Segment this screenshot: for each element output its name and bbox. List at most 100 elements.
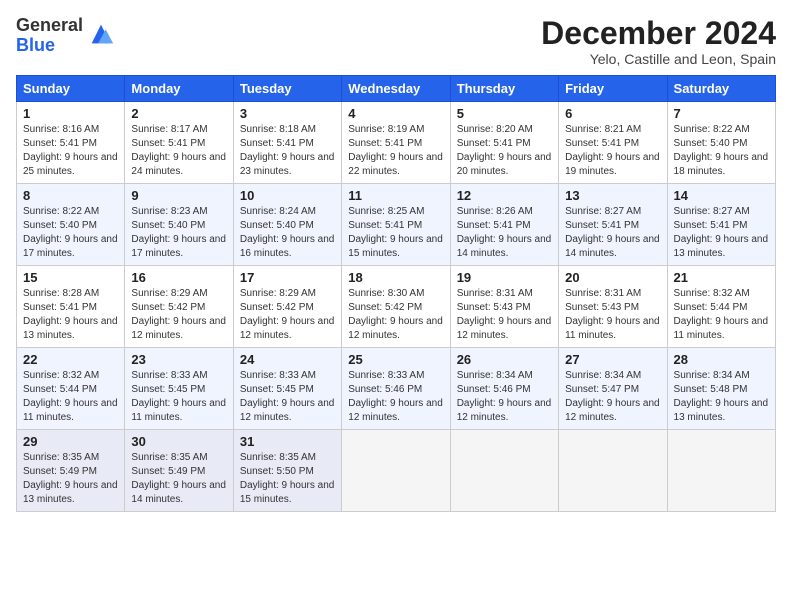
table-row: 14 Sunrise: 8:27 AMSunset: 5:41 PMDaylig… bbox=[667, 184, 775, 266]
table-row bbox=[559, 430, 667, 512]
day-number: 27 bbox=[565, 352, 660, 367]
table-row: 4 Sunrise: 8:19 AMSunset: 5:41 PMDayligh… bbox=[342, 102, 450, 184]
day-number: 13 bbox=[565, 188, 660, 203]
calendar-week-3: 22 Sunrise: 8:32 AMSunset: 5:44 PMDaylig… bbox=[17, 348, 776, 430]
table-row bbox=[342, 430, 450, 512]
day-info: Sunrise: 8:31 AMSunset: 5:43 PMDaylight:… bbox=[457, 288, 552, 341]
day-number: 26 bbox=[457, 352, 552, 367]
table-row: 30 Sunrise: 8:35 AMSunset: 5:49 PMDaylig… bbox=[125, 430, 233, 512]
header-thursday: Thursday bbox=[450, 76, 558, 102]
day-number: 30 bbox=[131, 434, 226, 449]
day-number: 15 bbox=[23, 270, 118, 285]
table-row: 31 Sunrise: 8:35 AMSunset: 5:50 PMDaylig… bbox=[233, 430, 341, 512]
day-number: 2 bbox=[131, 106, 226, 121]
day-info: Sunrise: 8:33 AMSunset: 5:45 PMDaylight:… bbox=[240, 370, 335, 423]
calendar-week-4: 29 Sunrise: 8:35 AMSunset: 5:49 PMDaylig… bbox=[17, 430, 776, 512]
calendar-week-1: 8 Sunrise: 8:22 AMSunset: 5:40 PMDayligh… bbox=[17, 184, 776, 266]
title-block: December 2024 Yelo, Castille and Leon, S… bbox=[541, 16, 776, 67]
day-info: Sunrise: 8:26 AMSunset: 5:41 PMDaylight:… bbox=[457, 206, 552, 259]
table-row: 28 Sunrise: 8:34 AMSunset: 5:48 PMDaylig… bbox=[667, 348, 775, 430]
logo: General Blue bbox=[16, 16, 115, 56]
day-number: 28 bbox=[674, 352, 769, 367]
logo-icon bbox=[87, 20, 115, 48]
header-wednesday: Wednesday bbox=[342, 76, 450, 102]
day-info: Sunrise: 8:23 AMSunset: 5:40 PMDaylight:… bbox=[131, 206, 226, 259]
table-row: 7 Sunrise: 8:22 AMSunset: 5:40 PMDayligh… bbox=[667, 102, 775, 184]
location: Yelo, Castille and Leon, Spain bbox=[541, 51, 776, 67]
calendar-week-0: 1 Sunrise: 8:16 AMSunset: 5:41 PMDayligh… bbox=[17, 102, 776, 184]
day-number: 29 bbox=[23, 434, 118, 449]
day-info: Sunrise: 8:33 AMSunset: 5:45 PMDaylight:… bbox=[131, 370, 226, 423]
day-info: Sunrise: 8:33 AMSunset: 5:46 PMDaylight:… bbox=[348, 370, 443, 423]
day-info: Sunrise: 8:16 AMSunset: 5:41 PMDaylight:… bbox=[23, 124, 118, 177]
day-info: Sunrise: 8:32 AMSunset: 5:44 PMDaylight:… bbox=[674, 288, 769, 341]
table-row: 6 Sunrise: 8:21 AMSunset: 5:41 PMDayligh… bbox=[559, 102, 667, 184]
table-row: 15 Sunrise: 8:28 AMSunset: 5:41 PMDaylig… bbox=[17, 266, 125, 348]
day-number: 3 bbox=[240, 106, 335, 121]
day-info: Sunrise: 8:19 AMSunset: 5:41 PMDaylight:… bbox=[348, 124, 443, 177]
table-row: 19 Sunrise: 8:31 AMSunset: 5:43 PMDaylig… bbox=[450, 266, 558, 348]
day-number: 20 bbox=[565, 270, 660, 285]
table-row: 21 Sunrise: 8:32 AMSunset: 5:44 PMDaylig… bbox=[667, 266, 775, 348]
day-number: 18 bbox=[348, 270, 443, 285]
day-number: 19 bbox=[457, 270, 552, 285]
table-row: 2 Sunrise: 8:17 AMSunset: 5:41 PMDayligh… bbox=[125, 102, 233, 184]
day-info: Sunrise: 8:30 AMSunset: 5:42 PMDaylight:… bbox=[348, 288, 443, 341]
day-info: Sunrise: 8:18 AMSunset: 5:41 PMDaylight:… bbox=[240, 124, 335, 177]
table-row: 11 Sunrise: 8:25 AMSunset: 5:41 PMDaylig… bbox=[342, 184, 450, 266]
day-number: 1 bbox=[23, 106, 118, 121]
day-number: 23 bbox=[131, 352, 226, 367]
table-row: 3 Sunrise: 8:18 AMSunset: 5:41 PMDayligh… bbox=[233, 102, 341, 184]
table-row: 17 Sunrise: 8:29 AMSunset: 5:42 PMDaylig… bbox=[233, 266, 341, 348]
table-row: 22 Sunrise: 8:32 AMSunset: 5:44 PMDaylig… bbox=[17, 348, 125, 430]
day-number: 11 bbox=[348, 188, 443, 203]
day-number: 7 bbox=[674, 106, 769, 121]
day-number: 24 bbox=[240, 352, 335, 367]
header-row: General Blue December 2024 Yelo, Castill… bbox=[16, 16, 776, 67]
page-container: General Blue December 2024 Yelo, Castill… bbox=[0, 0, 792, 522]
day-number: 9 bbox=[131, 188, 226, 203]
day-number: 21 bbox=[674, 270, 769, 285]
day-info: Sunrise: 8:27 AMSunset: 5:41 PMDaylight:… bbox=[674, 206, 769, 259]
day-number: 31 bbox=[240, 434, 335, 449]
day-info: Sunrise: 8:22 AMSunset: 5:40 PMDaylight:… bbox=[674, 124, 769, 177]
calendar-header-row: Sunday Monday Tuesday Wednesday Thursday… bbox=[17, 76, 776, 102]
day-info: Sunrise: 8:32 AMSunset: 5:44 PMDaylight:… bbox=[23, 370, 118, 423]
table-row: 16 Sunrise: 8:29 AMSunset: 5:42 PMDaylig… bbox=[125, 266, 233, 348]
day-number: 16 bbox=[131, 270, 226, 285]
day-info: Sunrise: 8:24 AMSunset: 5:40 PMDaylight:… bbox=[240, 206, 335, 259]
day-info: Sunrise: 8:35 AMSunset: 5:50 PMDaylight:… bbox=[240, 452, 335, 505]
table-row: 10 Sunrise: 8:24 AMSunset: 5:40 PMDaylig… bbox=[233, 184, 341, 266]
table-row bbox=[667, 430, 775, 512]
header-friday: Friday bbox=[559, 76, 667, 102]
table-row: 29 Sunrise: 8:35 AMSunset: 5:49 PMDaylig… bbox=[17, 430, 125, 512]
day-number: 12 bbox=[457, 188, 552, 203]
header-tuesday: Tuesday bbox=[233, 76, 341, 102]
calendar-table: Sunday Monday Tuesday Wednesday Thursday… bbox=[16, 75, 776, 512]
header-sunday: Sunday bbox=[17, 76, 125, 102]
logo-general: General bbox=[16, 16, 83, 36]
day-info: Sunrise: 8:34 AMSunset: 5:48 PMDaylight:… bbox=[674, 370, 769, 423]
table-row: 20 Sunrise: 8:31 AMSunset: 5:43 PMDaylig… bbox=[559, 266, 667, 348]
table-row: 5 Sunrise: 8:20 AMSunset: 5:41 PMDayligh… bbox=[450, 102, 558, 184]
table-row: 13 Sunrise: 8:27 AMSunset: 5:41 PMDaylig… bbox=[559, 184, 667, 266]
logo-blue: Blue bbox=[16, 36, 83, 56]
day-info: Sunrise: 8:34 AMSunset: 5:47 PMDaylight:… bbox=[565, 370, 660, 423]
table-row bbox=[450, 430, 558, 512]
day-number: 8 bbox=[23, 188, 118, 203]
day-number: 22 bbox=[23, 352, 118, 367]
day-info: Sunrise: 8:31 AMSunset: 5:43 PMDaylight:… bbox=[565, 288, 660, 341]
table-row: 1 Sunrise: 8:16 AMSunset: 5:41 PMDayligh… bbox=[17, 102, 125, 184]
day-info: Sunrise: 8:17 AMSunset: 5:41 PMDaylight:… bbox=[131, 124, 226, 177]
table-row: 23 Sunrise: 8:33 AMSunset: 5:45 PMDaylig… bbox=[125, 348, 233, 430]
table-row: 18 Sunrise: 8:30 AMSunset: 5:42 PMDaylig… bbox=[342, 266, 450, 348]
day-info: Sunrise: 8:29 AMSunset: 5:42 PMDaylight:… bbox=[240, 288, 335, 341]
day-info: Sunrise: 8:20 AMSunset: 5:41 PMDaylight:… bbox=[457, 124, 552, 177]
day-number: 4 bbox=[348, 106, 443, 121]
day-number: 17 bbox=[240, 270, 335, 285]
table-row: 9 Sunrise: 8:23 AMSunset: 5:40 PMDayligh… bbox=[125, 184, 233, 266]
day-info: Sunrise: 8:22 AMSunset: 5:40 PMDaylight:… bbox=[23, 206, 118, 259]
day-info: Sunrise: 8:28 AMSunset: 5:41 PMDaylight:… bbox=[23, 288, 118, 341]
month-title: December 2024 bbox=[541, 16, 776, 51]
day-info: Sunrise: 8:29 AMSunset: 5:42 PMDaylight:… bbox=[131, 288, 226, 341]
